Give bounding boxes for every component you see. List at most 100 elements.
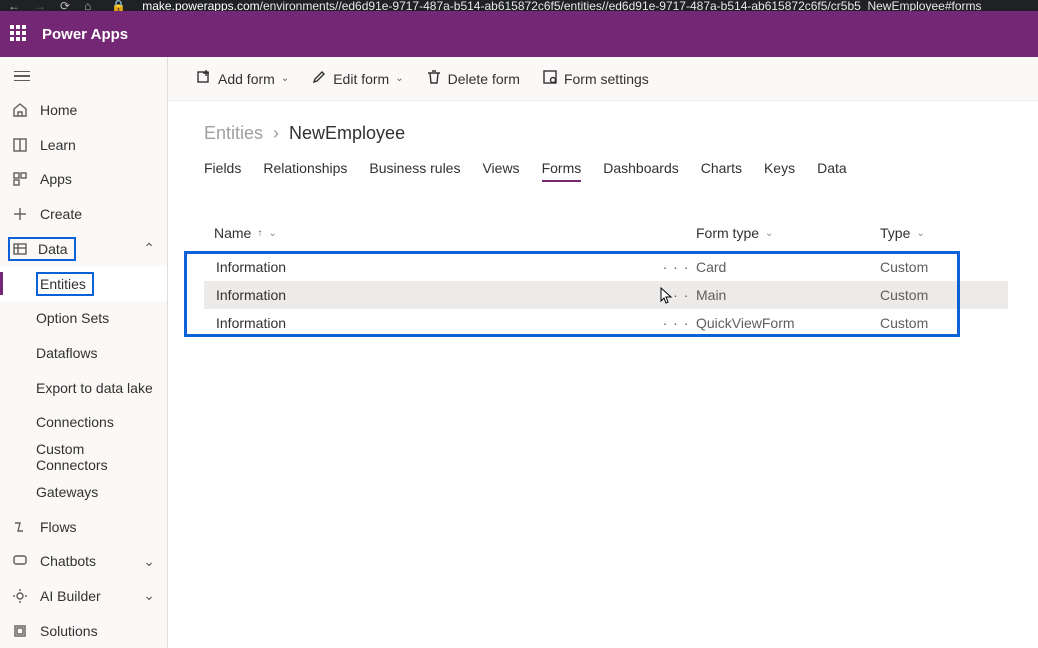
sidebar-item-label: Connections — [36, 414, 114, 430]
sidebar-item-entities[interactable]: Entities — [0, 266, 167, 301]
reload-icon[interactable]: ⟳ — [60, 0, 70, 11]
sidebar-item-custom-connectors[interactable]: Custom Connectors — [0, 440, 167, 475]
chevron-down-icon: ⌄ — [916, 228, 924, 239]
sidebar-item-label: Entities — [40, 276, 86, 292]
cell-form-type: QuickViewForm — [696, 315, 880, 331]
sidebar-item-flows[interactable]: Flows — [0, 509, 167, 544]
delete-icon — [426, 69, 442, 88]
sidebar-item-export-data-lake[interactable]: Export to data lake — [0, 370, 167, 405]
browser-address-bar: ← → ⟳ ⌂ 🔒 make.powerapps.com/environment… — [0, 0, 1038, 11]
chatbot-icon — [12, 553, 28, 569]
cmd-label: Form settings — [564, 71, 649, 87]
home-icon[interactable]: ⌂ — [84, 0, 91, 11]
tab-dashboards[interactable]: Dashboards — [603, 160, 679, 182]
sidebar-item-learn[interactable]: Learn — [0, 127, 167, 162]
entity-tabs: Fields Relationships Business rules View… — [204, 160, 1008, 183]
tab-forms[interactable]: Forms — [542, 160, 582, 182]
sidebar-collapse-button[interactable] — [0, 59, 167, 93]
app-launcher-icon[interactable] — [10, 25, 28, 43]
app-header: Power Apps — [0, 11, 1038, 57]
cell-name: Information — [214, 259, 656, 275]
apps-icon — [12, 171, 28, 187]
cell-name: Information — [214, 315, 656, 331]
sidebar-item-label: Apps — [40, 171, 72, 187]
ai-icon — [12, 588, 28, 604]
edit-form-button[interactable]: Edit form ⌄ — [305, 65, 409, 92]
row-more-button[interactable]: · · · — [656, 287, 696, 303]
add-form-button[interactable]: Add form ⌄ — [190, 65, 295, 92]
sidebar: Home Learn Apps Create Data ⌃ Entities O… — [0, 57, 168, 648]
sidebar-item-solutions[interactable]: Solutions — [0, 613, 167, 648]
sidebar-item-label: Create — [40, 206, 82, 222]
row-more-button[interactable]: · · · — [656, 315, 696, 331]
settings-icon — [542, 69, 558, 88]
main-region: Add form ⌄ Edit form ⌄ Delete form Form … — [168, 57, 1038, 648]
chevron-down-icon: ⌄ — [281, 73, 289, 84]
add-form-icon — [196, 69, 212, 88]
sidebar-item-chatbots[interactable]: Chatbots ⌄ — [0, 544, 167, 579]
sidebar-item-label: Chatbots — [40, 553, 96, 569]
breadcrumb-root[interactable]: Entities — [204, 123, 263, 144]
cell-form-type: Card — [696, 259, 880, 275]
sidebar-item-label: Export to data lake — [36, 380, 153, 396]
sidebar-item-apps[interactable]: Apps — [0, 162, 167, 197]
cmd-label: Edit form — [333, 71, 389, 87]
tab-data[interactable]: Data — [817, 160, 847, 182]
chevron-right-icon: › — [273, 123, 279, 144]
url-text: make.powerapps.com/environments//ed6d91e… — [142, 0, 981, 11]
table-row[interactable]: Information · · · Main Custom — [204, 281, 1008, 309]
sidebar-item-dataflows[interactable]: Dataflows — [0, 336, 167, 371]
sidebar-item-label: Gateways — [36, 484, 98, 500]
row-more-button[interactable]: · · · — [656, 259, 696, 275]
delete-form-button[interactable]: Delete form — [420, 65, 526, 92]
sidebar-item-gateways[interactable]: Gateways — [0, 474, 167, 509]
chevron-up-icon: ⌃ — [143, 240, 155, 257]
tab-fields[interactable]: Fields — [204, 160, 241, 182]
tab-keys[interactable]: Keys — [764, 160, 795, 182]
back-icon[interactable]: ← — [8, 0, 20, 11]
app-name: Power Apps — [42, 26, 128, 43]
sidebar-item-label: AI Builder — [40, 588, 101, 604]
flow-icon — [12, 519, 28, 535]
chevron-down-icon: ⌄ — [143, 587, 155, 604]
tab-business-rules[interactable]: Business rules — [369, 160, 460, 182]
tab-relationships[interactable]: Relationships — [263, 160, 347, 182]
breadcrumb-current: NewEmployee — [289, 123, 405, 144]
cell-name: Information — [214, 287, 656, 303]
sidebar-item-connections[interactable]: Connections — [0, 405, 167, 440]
sidebar-item-label: Dataflows — [36, 345, 97, 361]
chevron-down-icon: ⌄ — [395, 73, 403, 84]
command-bar: Add form ⌄ Edit form ⌄ Delete form Form … — [168, 57, 1038, 101]
sidebar-item-label: Data — [38, 241, 68, 257]
sidebar-item-label: Option Sets — [36, 310, 109, 326]
browser-nav-icons: ← → ⟳ ⌂ 🔒 — [8, 0, 126, 11]
edit-icon — [311, 69, 327, 88]
column-header-name[interactable]: Name ↑ ⌄ — [214, 225, 696, 241]
sidebar-item-ai-builder[interactable]: AI Builder ⌄ — [0, 579, 167, 614]
column-header-form-type[interactable]: Form type ⌄ — [696, 225, 880, 241]
tab-views[interactable]: Views — [482, 160, 519, 182]
sidebar-item-home[interactable]: Home — [0, 93, 167, 128]
sidebar-item-create[interactable]: Create — [0, 197, 167, 232]
table-header: Name ↑ ⌄ Form type ⌄ Type ⌄ — [204, 225, 1008, 253]
chevron-down-icon: ⌄ — [268, 228, 276, 239]
cell-type: Custom — [880, 259, 998, 275]
sidebar-item-label: Learn — [40, 137, 76, 153]
solutions-icon — [12, 623, 28, 639]
forward-icon[interactable]: → — [34, 0, 46, 11]
table-row[interactable]: Information · · · Card Custom — [204, 253, 1008, 281]
sidebar-item-option-sets[interactable]: Option Sets — [0, 301, 167, 336]
column-header-type[interactable]: Type ⌄ — [880, 225, 998, 241]
form-settings-button[interactable]: Form settings — [536, 65, 655, 92]
tab-charts[interactable]: Charts — [701, 160, 742, 182]
sidebar-item-data[interactable]: Data ⌃ — [0, 232, 167, 267]
sidebar-item-label: Home — [40, 102, 77, 118]
cell-type: Custom — [880, 287, 998, 303]
sidebar-item-label: Solutions — [40, 623, 98, 639]
forms-table: Name ↑ ⌄ Form type ⌄ Type ⌄ — [204, 225, 1008, 337]
sidebar-item-label: Custom Connectors — [36, 441, 155, 473]
data-icon — [12, 241, 28, 257]
hamburger-icon — [14, 68, 30, 85]
chevron-down-icon: ⌄ — [143, 553, 155, 570]
table-row[interactable]: Information · · · QuickViewForm Custom — [204, 309, 1008, 337]
